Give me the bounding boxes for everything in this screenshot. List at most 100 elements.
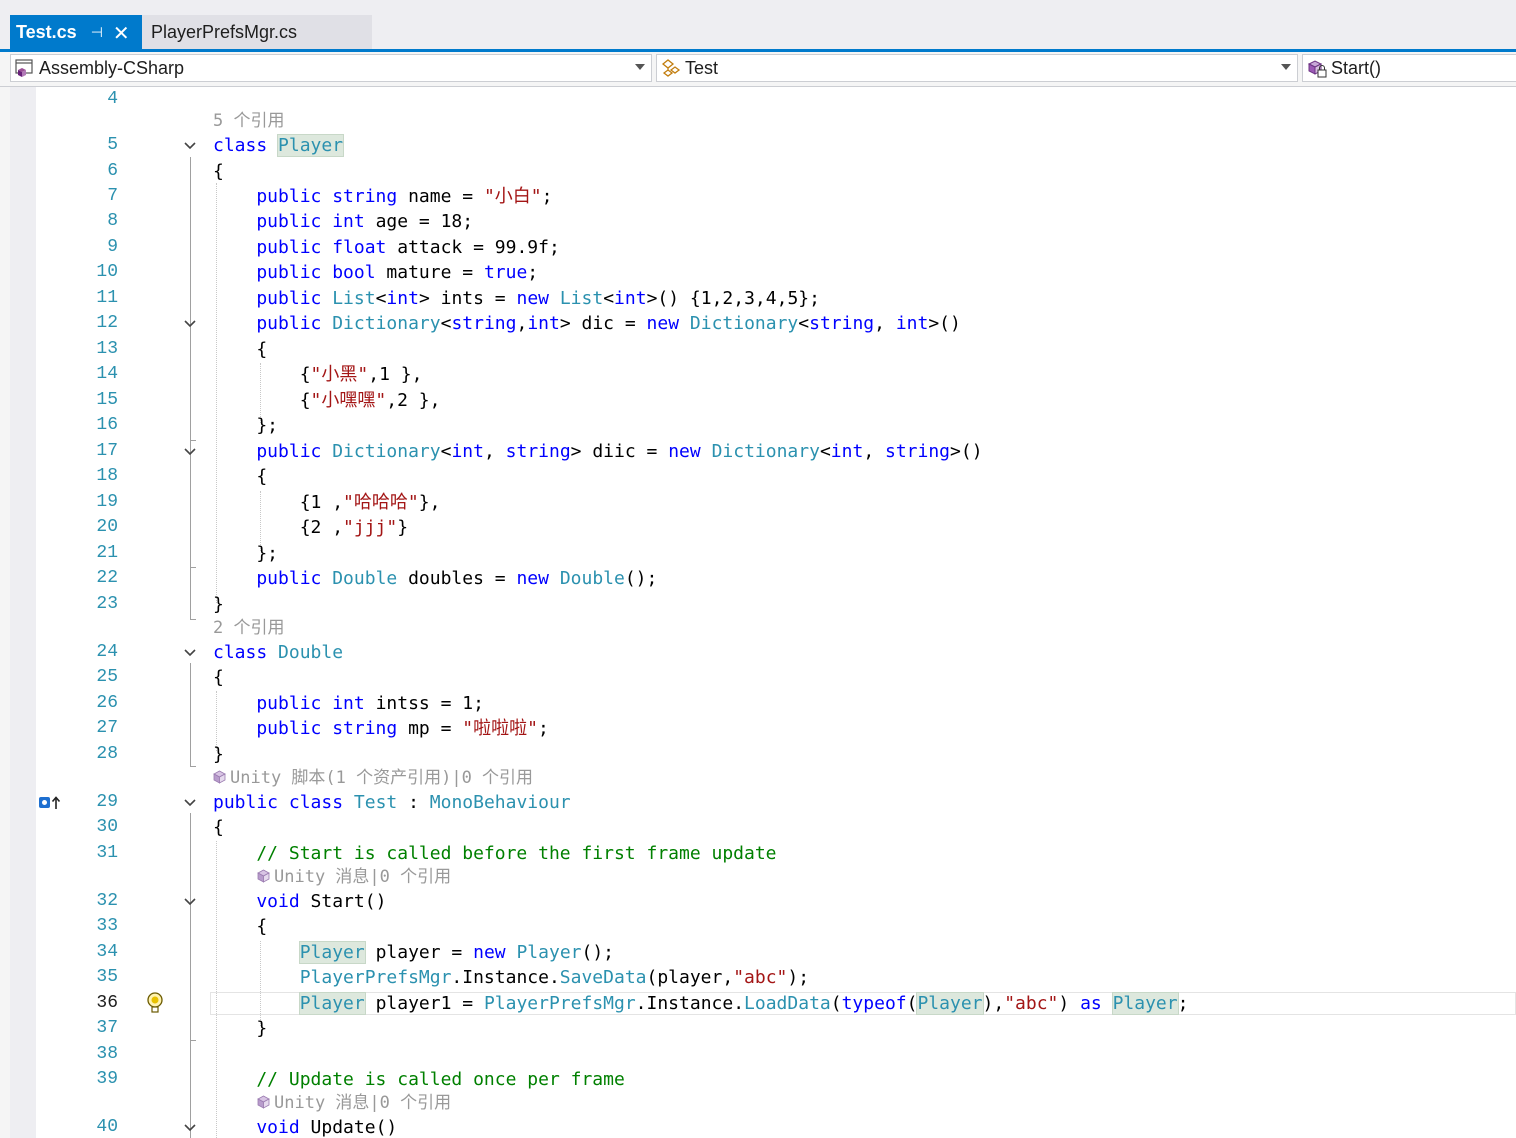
code-token: public float <box>213 237 398 258</box>
code-line[interactable]: 22 public Double doubles = new Double(); <box>0 566 1516 591</box>
code-line[interactable]: 17 public Dictionary<int, string> diic =… <box>0 439 1516 464</box>
codelens-references[interactable]: Unity 脚本(1 个资产引用)|0 个引用 <box>213 766 533 790</box>
code-line[interactable]: 38 <box>0 1042 1516 1067</box>
code-token: > dic = <box>559 313 647 334</box>
project-dropdown[interactable]: Assembly-CSharp <box>10 54 652 82</box>
code-line[interactable]: 24 class Double <box>0 640 1516 665</box>
type-dropdown[interactable]: Test <box>656 54 1298 82</box>
collapse-chevron-icon[interactable] <box>183 1120 197 1134</box>
code-token: public int <box>213 693 376 714</box>
code-token: LoadData <box>744 993 831 1014</box>
code-text: }; <box>213 413 278 438</box>
code-token: ; <box>537 718 549 739</box>
code-text: public class Test : MonoBehaviour <box>213 790 571 815</box>
code-line[interactable]: 40 void Update() <box>0 1115 1516 1138</box>
tab-test-cs[interactable]: Test.cs ⊣ ✕ <box>10 15 142 50</box>
collapse-chevron-icon[interactable] <box>183 138 197 152</box>
code-line[interactable]: 19 {1 ,"哈哈哈"}, <box>0 490 1516 515</box>
code-token: new <box>646 313 690 334</box>
collapse-chevron-icon[interactable] <box>183 444 197 458</box>
type-label: Test <box>685 57 719 78</box>
code-token: } <box>213 594 224 615</box>
codelens-references[interactable]: Unity 消息|0 个引用 <box>257 865 451 889</box>
code-token: List <box>332 288 376 309</box>
code-token: (player, <box>646 967 734 988</box>
member-dropdown[interactable]: Start() <box>1302 54 1516 82</box>
pin-icon[interactable]: ⊣ <box>91 25 103 41</box>
code-line[interactable]: 35 PlayerPrefsMgr.Instance.SaveData(play… <box>0 965 1516 990</box>
code-line[interactable]: 12 public Dictionary<string,int> dic = n… <box>0 311 1516 336</box>
line-number: 4 <box>107 89 118 109</box>
line-number: 5 <box>107 135 118 155</box>
code-token: { <box>213 390 311 411</box>
code-token: }; <box>213 543 279 564</box>
code-text: public Dictionary<string,int> dic = new … <box>213 311 961 336</box>
code-line[interactable]: 26 public int intss = 1; <box>0 691 1516 716</box>
code-text: public string mp = "啦啦啦"; <box>213 716 549 741</box>
line-number: 31 <box>96 843 118 863</box>
code-token: name = <box>408 186 484 207</box>
code-token: public <box>213 568 333 589</box>
code-line[interactable]: 18 { <box>0 464 1516 489</box>
code-line[interactable]: 29 public class Test : MonoBehaviour <box>0 790 1516 815</box>
code-string: "小白" <box>483 186 542 207</box>
code-line[interactable]: 25 { <box>0 665 1516 690</box>
code-text: class Player <box>213 133 345 158</box>
navigation-bar: Assembly-CSharp Test Start() <box>0 52 1516 87</box>
code-line[interactable]: 11 public List<int> ints = new List<int>… <box>0 286 1516 311</box>
codelens-references[interactable]: Unity 消息|0 个引用 <box>257 1091 451 1115</box>
code-text: Player player = new Player(); <box>213 940 614 965</box>
code-token: Player <box>298 992 366 1015</box>
code-token: public <box>213 441 333 462</box>
code-line[interactable]: 37 } <box>0 1016 1516 1041</box>
code-line[interactable]: 39 // Update is called once per frame <box>0 1067 1516 1092</box>
line-number: 6 <box>107 161 118 181</box>
code-editor[interactable]: 45 个引用 5 class Player 6{7 public string nam… <box>0 87 1516 1138</box>
line-number: 19 <box>96 492 118 512</box>
collapse-chevron-icon[interactable] <box>183 894 197 908</box>
code-line[interactable]: 34 Player player = new Player(); <box>0 940 1516 965</box>
codelens-references[interactable]: 2 个引用 <box>213 616 284 640</box>
code-token: Dictionary <box>711 441 820 462</box>
code-line[interactable]: 13 { <box>0 337 1516 362</box>
collapse-chevron-icon[interactable] <box>183 316 197 330</box>
code-line[interactable]: 14 {"小黑",1 }, <box>0 362 1516 387</box>
code-line[interactable]: 8 public int age = 18; <box>0 209 1516 234</box>
code-token: public string <box>213 186 409 207</box>
code-line[interactable]: 21 }; <box>0 541 1516 566</box>
code-line[interactable]: 33 { <box>0 914 1516 939</box>
code-line[interactable]: 27 public string mp = "啦啦啦"; <box>0 716 1516 741</box>
chevron-down-icon <box>635 64 645 70</box>
code-line[interactable]: 32 void Start() <box>0 889 1516 914</box>
collapse-chevron-icon[interactable] <box>183 645 197 659</box>
line-number: 15 <box>96 390 118 410</box>
code-line[interactable]: 36 Player player1 = PlayerPrefsMgr.Insta… <box>0 991 1516 1016</box>
code-line[interactable]: 5 class Player <box>0 133 1516 158</box>
code-token: new <box>516 288 560 309</box>
tab-playerprefsmgr-cs[interactable]: PlayerPrefsMgr.cs <box>142 15 372 50</box>
code-line[interactable]: 31 // Start is called before the first f… <box>0 841 1516 866</box>
code-line[interactable]: 6{ <box>0 159 1516 184</box>
code-token: }; <box>213 415 279 436</box>
code-line[interactable]: 15 {"小嘿嘿",2 }, <box>0 388 1516 413</box>
code-line[interactable]: 23} <box>0 592 1516 617</box>
code-text: }; <box>213 541 278 566</box>
code-token: ,1 }, <box>368 364 423 385</box>
line-number: 29 <box>96 792 118 812</box>
collapse-chevron-icon[interactable] <box>183 795 197 809</box>
code-line[interactable]: 16 }; <box>0 413 1516 438</box>
code-line[interactable]: 30 { <box>0 815 1516 840</box>
close-icon[interactable]: ✕ <box>113 21 130 45</box>
code-line[interactable]: 9 public float attack = 99.9f; <box>0 235 1516 260</box>
code-token: Double <box>278 642 344 663</box>
code-line[interactable]: 10 public bool mature = true; <box>0 260 1516 285</box>
code-line[interactable]: 20 {2 ,"jjj"} <box>0 515 1516 540</box>
line-number: 33 <box>96 916 118 936</box>
codelens-references[interactable]: 5 个引用 <box>213 109 284 133</box>
code-line[interactable]: 28} <box>0 742 1516 767</box>
code-line[interactable]: 7 public string name = "小白"; <box>0 184 1516 209</box>
line-number: 10 <box>96 262 118 282</box>
code-text: { <box>213 815 224 840</box>
code-token: ( <box>830 993 842 1014</box>
codelens-text: Unity 消息|0 个引用 <box>274 1093 452 1113</box>
